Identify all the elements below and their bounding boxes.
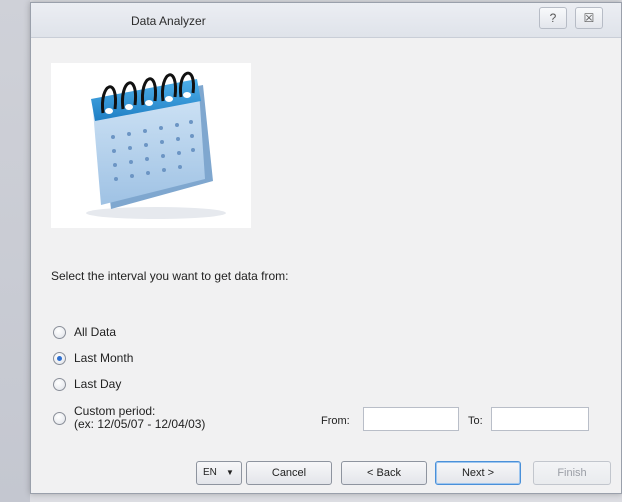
radio-all-data[interactable] [53, 325, 66, 339]
from-date-input[interactable] [363, 407, 459, 431]
option-label: Last Day [74, 377, 122, 391]
option-last-day[interactable]: Last Day [53, 377, 121, 391]
back-button[interactable]: < Back [341, 461, 427, 485]
calendar-illustration [51, 63, 251, 228]
instruction-text: Select the interval you want to get data… [51, 269, 289, 283]
language-value: EN [203, 467, 217, 478]
radio-custom-period[interactable] [53, 411, 66, 425]
option-label: Last Month [74, 351, 134, 365]
screen: Data Analyzer ? ☒ Select the interval yo… [0, 0, 622, 502]
close-button[interactable]: ☒ [575, 7, 603, 29]
option-label: All Data [74, 325, 117, 339]
to-date-input[interactable] [491, 407, 589, 431]
desktop-background [0, 0, 30, 502]
window-title: Data Analyzer [131, 14, 206, 28]
wizard-dialog: Data Analyzer ? ☒ Select the interval yo… [30, 2, 622, 494]
finish-button[interactable]: Finish [533, 461, 611, 485]
custom-period-labels: Custom period: (ex: 12/05/07 - 12/04/03) [74, 405, 205, 431]
chevron-down-icon: ▼ [226, 468, 234, 477]
language-select[interactable]: EN ▼ [196, 461, 242, 485]
title-bar[interactable]: Data Analyzer ? ☒ [31, 3, 621, 38]
radio-last-day[interactable] [53, 377, 66, 391]
cancel-button[interactable]: Cancel [246, 461, 332, 485]
close-icon: ☒ [583, 11, 595, 25]
to-label: To: [468, 415, 483, 427]
calendar-icon [86, 71, 226, 219]
option-example: (ex: 12/05/07 - 12/04/03) [74, 417, 206, 431]
option-last-month[interactable]: Last Month [53, 351, 133, 365]
option-all-data[interactable]: All Data [53, 325, 116, 339]
help-icon: ? [549, 11, 557, 25]
next-button[interactable]: Next > [435, 461, 521, 485]
option-custom-period[interactable]: Custom period: (ex: 12/05/07 - 12/04/03) [53, 405, 205, 431]
radio-last-month[interactable] [53, 351, 66, 365]
option-label: Custom period: [74, 404, 156, 418]
from-label: From: [321, 415, 350, 427]
help-button[interactable]: ? [539, 7, 567, 29]
